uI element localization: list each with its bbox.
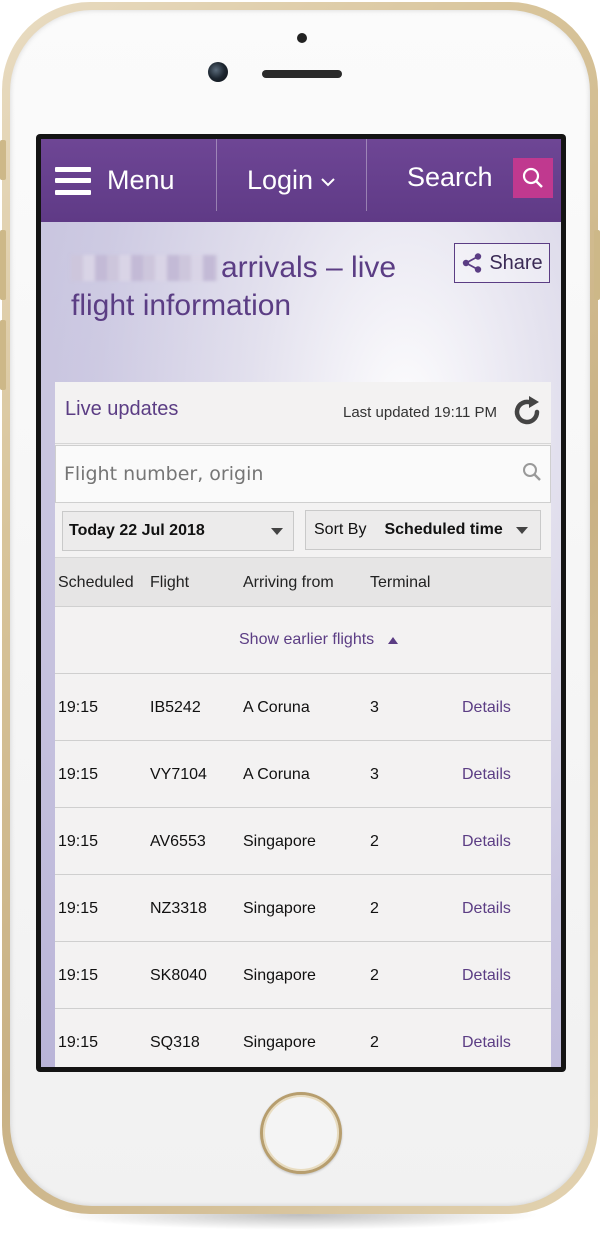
flight-search-input[interactable] xyxy=(64,459,504,489)
arriving-from: Singapore xyxy=(243,900,316,917)
phone-screen: Menu Login Search arrivals – live flight… xyxy=(36,134,566,1072)
filter-row: Today 22 Jul 2018 Sort By Scheduled time xyxy=(55,503,551,557)
flight-number: IB5242 xyxy=(150,699,201,716)
column-header-terminal: Terminal xyxy=(370,574,431,591)
redacted-airport-name xyxy=(71,255,217,281)
flight-number: AV6553 xyxy=(150,833,206,850)
menu-label: Menu xyxy=(107,165,175,195)
proximity-sensor xyxy=(297,33,307,43)
column-header-arriving-from: Arriving from xyxy=(243,574,334,591)
details-link[interactable]: Details xyxy=(462,900,511,918)
flights-panel: Live updates Last updated 19:11 PM Today… xyxy=(55,382,551,1067)
search-label: Search xyxy=(407,162,493,192)
terminal: 2 xyxy=(370,900,379,917)
scheduled-time: 19:15 xyxy=(58,1034,99,1051)
arriving-from: Singapore xyxy=(243,1034,316,1051)
title-line-1: arrivals – live xyxy=(221,251,397,284)
flight-number: VY7104 xyxy=(150,766,207,783)
show-earlier-flights-button[interactable]: Show earlier flights xyxy=(239,631,399,649)
scheduled-time: 19:15 xyxy=(58,967,99,984)
home-button[interactable] xyxy=(260,1092,342,1174)
sort-value: Scheduled time xyxy=(384,521,503,538)
scheduled-time: 19:15 xyxy=(58,833,99,850)
scheduled-time: 19:15 xyxy=(58,900,99,917)
arriving-from: A Coruna xyxy=(243,699,310,716)
search-nav-button[interactable]: Search xyxy=(407,139,553,222)
table-row: 19:15 IB5242 A Coruna 3 Details xyxy=(55,674,551,741)
live-updates-heading: Live updates xyxy=(65,398,179,420)
date-value: Today 22 Jul 2018 xyxy=(69,522,205,539)
search-icon xyxy=(512,157,553,198)
show-earlier-row: Show earlier flights xyxy=(55,607,551,674)
share-button[interactable]: Share xyxy=(454,243,550,283)
last-updated-text: Last updated 19:11 PM xyxy=(343,404,497,421)
panel-header: Live updates Last updated 19:11 PM xyxy=(55,382,551,444)
table-row: 19:15 SQ318 Singapore 2 Details xyxy=(55,1009,551,1067)
table-row: 19:15 NZ3318 Singapore 2 Details xyxy=(55,875,551,942)
sort-select[interactable]: Sort By Scheduled time xyxy=(305,510,541,550)
details-link[interactable]: Details xyxy=(462,967,511,985)
table-row: 19:15 SK8040 Singapore 2 Details xyxy=(55,942,551,1009)
arriving-from: Singapore xyxy=(243,967,316,984)
terminal: 2 xyxy=(370,1034,379,1051)
top-navbar: Menu Login Search xyxy=(41,139,561,222)
search-icon[interactable] xyxy=(522,462,542,482)
column-header-scheduled: Scheduled xyxy=(58,574,134,591)
nav-divider xyxy=(366,139,367,211)
arriving-from: Singapore xyxy=(243,833,316,850)
mute-switch xyxy=(0,140,6,180)
web-viewport: Menu Login Search arrivals – live flight… xyxy=(41,139,561,1067)
volume-up-button xyxy=(0,230,6,300)
terminal: 3 xyxy=(370,766,379,783)
terminal: 2 xyxy=(370,833,379,850)
volume-down-button xyxy=(0,320,6,390)
refresh-icon[interactable] xyxy=(509,394,545,430)
flight-number: SK8040 xyxy=(150,967,207,984)
table-row: 19:15 VY7104 A Coruna 3 Details xyxy=(55,741,551,808)
column-header-flight: Flight xyxy=(150,574,190,591)
date-select[interactable]: Today 22 Jul 2018 xyxy=(62,511,294,551)
chevron-down-icon xyxy=(321,174,335,192)
terminal: 2 xyxy=(370,967,379,984)
show-earlier-label: Show earlier flights xyxy=(239,631,375,648)
caret-down-icon xyxy=(271,528,283,535)
hamburger-icon xyxy=(55,166,91,195)
flight-number: NZ3318 xyxy=(150,900,207,917)
earpiece-speaker xyxy=(262,70,342,78)
share-icon xyxy=(463,253,482,273)
nav-divider xyxy=(216,139,217,211)
login-label: Login xyxy=(247,165,314,195)
table-header: Scheduled Flight Arriving from Terminal xyxy=(55,557,551,607)
details-link[interactable]: Details xyxy=(462,1034,511,1052)
table-row: 19:15 AV6553 Singapore 2 Details xyxy=(55,808,551,875)
front-camera xyxy=(208,62,228,82)
title-line-2: flight information xyxy=(71,289,292,322)
flight-number: SQ318 xyxy=(150,1034,200,1051)
share-label: Share xyxy=(489,251,543,274)
details-link[interactable]: Details xyxy=(462,833,511,851)
details-link[interactable]: Details xyxy=(462,766,511,784)
terminal: 3 xyxy=(370,699,379,716)
details-link[interactable]: Details xyxy=(462,699,511,717)
caret-up-icon xyxy=(388,636,399,644)
sort-prefix: Sort By xyxy=(314,521,367,538)
page-title: arrivals – live flight information xyxy=(71,249,411,325)
caret-down-icon xyxy=(516,527,528,534)
menu-button[interactable]: Menu xyxy=(55,139,175,222)
search-row xyxy=(55,445,551,503)
scheduled-time: 19:15 xyxy=(58,766,99,783)
arriving-from: A Coruna xyxy=(243,766,310,783)
scheduled-time: 19:15 xyxy=(58,699,99,716)
power-button xyxy=(594,230,600,300)
login-button[interactable]: Login xyxy=(247,139,335,222)
